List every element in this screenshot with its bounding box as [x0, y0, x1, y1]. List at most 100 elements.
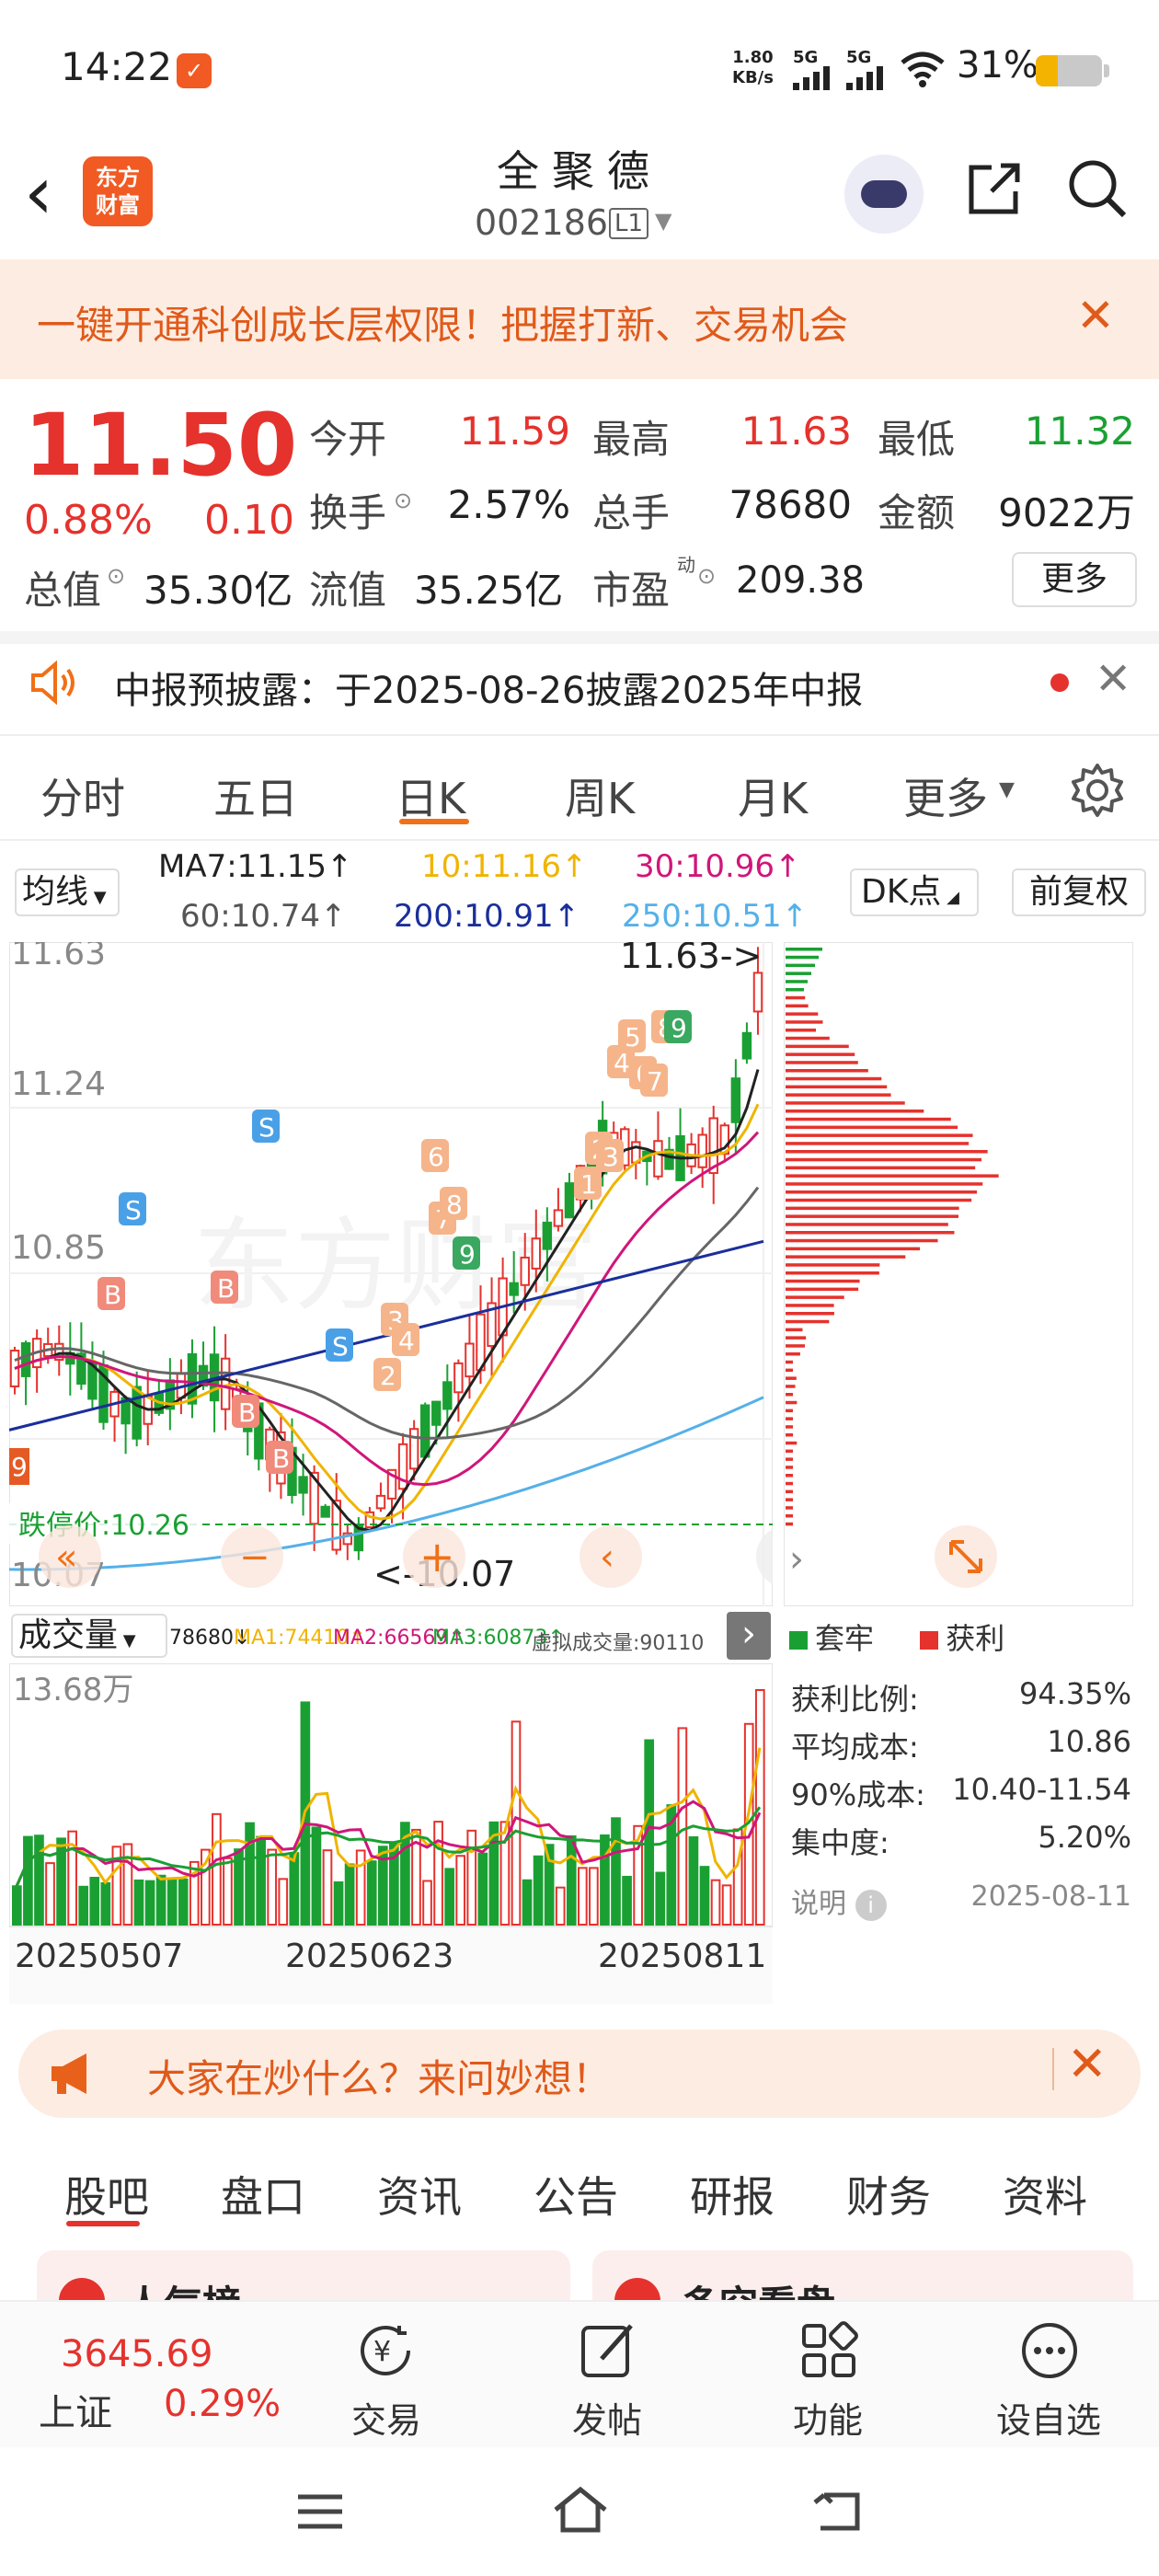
assistant-robot-icon[interactable] — [844, 155, 924, 234]
amount-label: 金额 — [878, 490, 956, 535]
chip-bar — [786, 1489, 793, 1494]
index-change[interactable]: 0.29% — [164, 2383, 281, 2425]
chip-bar — [786, 955, 819, 960]
volume-chart[interactable]: 13.68万 20250507 20250623 20250811 — [9, 1663, 773, 2004]
promo-banner-text[interactable]: 一键开通科创成长层权限！把握打新、交易机会 — [37, 294, 848, 351]
home-icon[interactable] — [550, 2484, 611, 2536]
chip-bar — [786, 1344, 805, 1348]
tab-order-book[interactable]: 盘口 — [221, 2164, 305, 2225]
tab-announcements[interactable]: 公告 — [534, 2164, 618, 2225]
candlestick-chart[interactable]: 东方财富 SSSBBBB6789342123456789 11.63 11.24… — [9, 942, 773, 1606]
level-tag[interactable]: L1 — [609, 208, 649, 239]
price-adjust-select[interactable]: 前复权 — [1012, 868, 1146, 916]
index-value[interactable]: 3645.69 — [61, 2333, 212, 2375]
network-speed: 1.80 KB/s — [732, 48, 774, 87]
functions-label[interactable]: 功能 — [763, 2392, 892, 2443]
chevron-down-icon[interactable]: ▼ — [655, 208, 671, 234]
trade-icon[interactable]: ¥ — [353, 2318, 418, 2383]
back-nav-icon[interactable] — [811, 2488, 866, 2534]
chip-bar — [786, 1498, 793, 1501]
tab-profile[interactable]: 资料 — [1003, 2164, 1087, 2225]
info-icon[interactable]: ⊙ — [697, 563, 716, 589]
post-label[interactable]: 发帖 — [543, 2392, 671, 2443]
volume-bar — [166, 1877, 178, 1926]
volume-bar — [155, 1874, 166, 1926]
explain-link[interactable]: 说明 i — [791, 1880, 887, 1921]
tab-research[interactable]: 研报 — [690, 2164, 775, 2225]
chip-bar — [786, 1400, 798, 1405]
functions-icon[interactable] — [797, 2318, 861, 2383]
volume-bar — [366, 1860, 377, 1926]
chip-distribution-chart[interactable]: › — [784, 942, 1133, 1606]
concentration-value: 5.20% — [1038, 1820, 1131, 1855]
chip-bar — [786, 1481, 793, 1486]
search-icon[interactable] — [1065, 156, 1130, 221]
volume-bar — [23, 1835, 33, 1926]
tab-financials[interactable]: 财务 — [846, 2164, 931, 2225]
chip-bar — [786, 1044, 849, 1049]
post-icon[interactable] — [576, 2318, 640, 2383]
chip-bar — [786, 1474, 793, 1478]
volume-bar — [600, 1834, 610, 1926]
svg-text:6: 6 — [428, 1142, 444, 1172]
chip-bar — [786, 1368, 793, 1373]
info-icon[interactable]: ⊙ — [394, 488, 412, 513]
ma250-value: 250:10.51↑ — [622, 898, 809, 935]
chevron-down-icon[interactable]: ▼ — [999, 778, 1015, 801]
add-watchlist-label[interactable]: 设自选 — [984, 2392, 1113, 2443]
close-icon[interactable]: ✕ — [1095, 653, 1131, 705]
status-bar: 14:22 ✓ 1.80 KB/s 5G 5G 31% — [0, 0, 1159, 138]
share-icon[interactable] — [964, 158, 1025, 219]
chip-bar — [786, 1069, 868, 1073]
tab-forum[interactable]: 股吧 — [64, 2164, 149, 2225]
info-icon[interactable]: ⊙ — [107, 563, 125, 589]
volume-bar — [422, 1880, 432, 1926]
chip-bar — [786, 1433, 794, 1437]
volume-bar — [178, 1878, 189, 1926]
candle — [419, 1402, 430, 1459]
chip-bar — [786, 1352, 800, 1356]
market-cap-label: 总值 — [24, 568, 102, 613]
indicator-select[interactable]: 均线 ▼ — [15, 868, 120, 916]
menu-icon[interactable] — [294, 2491, 346, 2532]
close-icon[interactable]: ✕ — [1067, 2037, 1107, 2092]
gear-icon[interactable] — [1069, 762, 1126, 819]
index-name[interactable]: 上证 — [39, 2383, 112, 2436]
svg-text:1: 1 — [580, 1169, 597, 1200]
dk-point-select[interactable]: DK点 ◢ — [850, 868, 979, 916]
trade-label[interactable]: 交易 — [322, 2392, 451, 2443]
volume-bar — [267, 1848, 278, 1926]
turnover-value: 2.57% — [447, 482, 570, 527]
tab-five-day[interactable]: 五日 — [213, 765, 298, 826]
tab-intraday[interactable]: 分时 — [40, 765, 125, 826]
volume-bar — [721, 1884, 732, 1926]
add-watchlist-icon[interactable] — [1017, 2318, 1082, 2383]
rewind-icon: « — [55, 1536, 77, 1579]
close-icon[interactable]: ✕ — [1076, 289, 1115, 342]
chip-bar — [786, 1304, 834, 1307]
more-quote-button[interactable]: 更多 — [1012, 552, 1137, 607]
volume-bar — [433, 1821, 443, 1926]
clock: 14:22 — [61, 44, 173, 89]
virtual-volume: 虚拟成交量:90110 — [532, 1632, 705, 1655]
volume-bar — [212, 1812, 222, 1926]
volume-header: 成交量 ▼ 78680↓ MA1:74410↑ MA2:66569↑ MA3:6… — [9, 1610, 773, 1662]
tab-weekly-k[interactable]: 周K — [565, 765, 635, 826]
tab-monthly-k[interactable]: 月K — [738, 765, 808, 826]
high-label: 最高 — [592, 417, 671, 462]
back-button[interactable]: ‹ — [24, 156, 53, 230]
ask-assistant-text[interactable]: 大家在炒什么？来问妙想！ — [147, 2048, 611, 2104]
signal-marker: S — [119, 1192, 146, 1225]
pe-label: 市盈 — [592, 568, 671, 613]
date-label: 20250507 — [15, 1938, 183, 1975]
tab-daily-k[interactable]: 日K — [396, 765, 465, 826]
chip-bar — [786, 1385, 796, 1388]
expand-panel-button[interactable]: › — [727, 1612, 771, 1660]
tab-more[interactable]: 更多 — [903, 765, 988, 826]
notice-text[interactable]: 中报预披露：于2025-08-26披露2025年中报 — [114, 661, 863, 714]
market-cap-value: 35.30亿 — [143, 568, 293, 613]
chip-bar — [786, 1247, 921, 1251]
volume-indicator-select[interactable]: 成交量 ▼ — [11, 1614, 167, 1658]
tab-news[interactable]: 资讯 — [377, 2164, 462, 2225]
svg-text:B: B — [104, 1280, 121, 1310]
